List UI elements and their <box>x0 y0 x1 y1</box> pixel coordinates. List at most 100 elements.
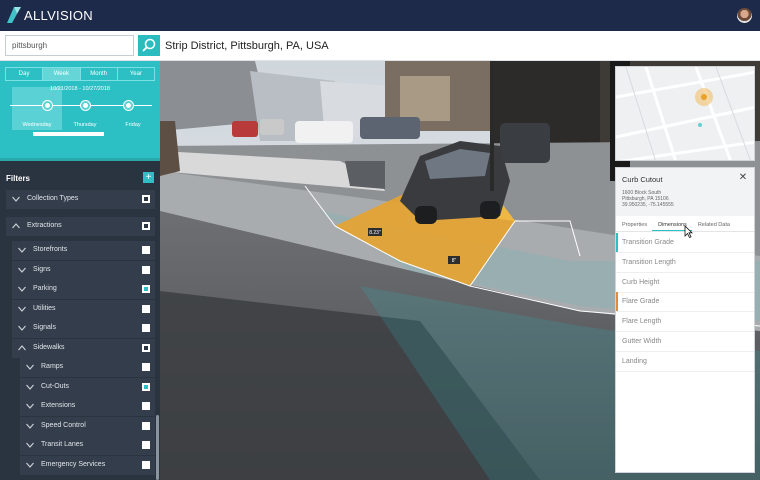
coordinates: 39.950235, -75.145555 <box>622 202 674 208</box>
chevron-up-icon[interactable] <box>18 344 26 351</box>
filter-row[interactable]: Signals <box>12 319 155 338</box>
dimension-row[interactable]: Gutter Width <box>616 332 754 352</box>
filter-checkbox[interactable] <box>142 222 150 230</box>
filter-label: Collection Types <box>27 195 79 202</box>
filter-label: Extensions <box>41 402 76 409</box>
filters-header: Filters <box>6 174 31 183</box>
filter-label: Parking <box>33 285 57 292</box>
chevron-down-icon[interactable] <box>12 196 20 202</box>
search-icon <box>142 38 156 52</box>
search-button[interactable] <box>138 35 160 56</box>
chevron-down-icon[interactable] <box>18 247 26 253</box>
filter-row[interactable]: Extensions <box>20 397 155 416</box>
day-marker-thursday[interactable] <box>81 101 90 110</box>
filter-checkbox[interactable] <box>142 195 150 203</box>
chevron-down-icon[interactable] <box>18 267 26 273</box>
filter-row[interactable]: Signs <box>12 260 155 280</box>
filter-checkbox[interactable] <box>142 402 150 410</box>
filter-label: Signs <box>33 265 51 273</box>
dimension-row[interactable]: Transition Length <box>616 253 754 273</box>
date-range: 10/21/2018 - 10/27/2018 <box>50 86 110 92</box>
close-icon[interactable]: ✕ <box>738 173 748 183</box>
tab-day[interactable]: Day <box>6 68 44 80</box>
filter-checkbox[interactable] <box>142 285 150 293</box>
dimension-label: Flare Length <box>622 318 662 326</box>
detail-title: Curb Cutout <box>622 175 663 184</box>
top-bar: ALLVISION <box>0 0 760 31</box>
dimension-label: Landing <box>622 357 647 365</box>
filter-row[interactable]: Cut-Outs <box>20 377 155 397</box>
filter-label: Signals <box>33 324 56 331</box>
filter-checkbox[interactable] <box>142 304 150 313</box>
time-panel: Day Week Month Year 10/21/2018 - 10/27/2… <box>0 61 160 158</box>
measure-label-2: 8" <box>452 258 457 264</box>
filter-checkbox[interactable] <box>142 246 150 254</box>
chevron-down-icon[interactable] <box>26 442 34 448</box>
search-bar: Strip District, Pittsburgh, PA, USA <box>0 31 760 61</box>
chevron-down-icon[interactable] <box>26 403 34 409</box>
filter-row[interactable]: Storefronts <box>12 241 155 260</box>
day-marker-friday[interactable] <box>124 101 133 110</box>
measure-label-1: 8.23" <box>369 230 381 236</box>
filter-row[interactable]: Speed Control <box>20 416 155 436</box>
day-label-wednesday: Wednesday <box>22 122 52 128</box>
dimension-row[interactable]: Curb Height <box>616 273 754 293</box>
filter-label: Emergency Services <box>41 460 106 468</box>
day-label-friday: Friday <box>125 122 141 128</box>
tab-week[interactable]: Week <box>43 68 81 80</box>
filter-label: Sidewalks <box>33 343 65 351</box>
chevron-down-icon[interactable] <box>18 306 26 312</box>
filter-checkbox[interactable] <box>142 460 150 469</box>
chevron-down-icon[interactable] <box>26 423 34 429</box>
dimension-row[interactable]: Flare Length <box>616 312 754 333</box>
filter-row[interactable]: Collection Types <box>6 190 155 209</box>
chevron-down-icon[interactable] <box>26 462 34 468</box>
timeline-scrubber[interactable] <box>33 132 104 136</box>
chevron-down-icon[interactable] <box>18 286 26 292</box>
tab-year[interactable]: Year <box>118 68 154 80</box>
filter-checkbox[interactable] <box>142 382 150 391</box>
filter-row[interactable]: Parking <box>12 280 155 299</box>
chevron-down-icon[interactable] <box>26 364 34 370</box>
tab-related-data[interactable]: Related Data <box>692 218 735 231</box>
row-marker <box>616 233 618 252</box>
filter-label: Extractions <box>27 222 62 229</box>
filter-checkbox[interactable] <box>142 343 150 352</box>
chevron-up-icon[interactable] <box>12 223 20 229</box>
day-marker-wednesday[interactable] <box>43 101 52 110</box>
day-label-thursday: Thursday <box>73 122 97 128</box>
filter-checkbox[interactable] <box>142 265 150 274</box>
brand-name: ALLVISION <box>24 8 93 23</box>
dimension-label: Flare Grade <box>622 298 660 306</box>
chevron-down-icon[interactable] <box>26 384 34 390</box>
chevron-down-icon[interactable] <box>18 325 26 331</box>
add-filter-button[interactable]: + <box>143 172 154 183</box>
filter-row[interactable]: Ramps <box>20 358 155 377</box>
filter-row[interactable]: Extractions <box>6 217 155 236</box>
dimension-label: Curb Height <box>622 278 660 286</box>
filter-checkbox[interactable] <box>142 421 150 430</box>
allvision-logo-icon <box>7 7 21 23</box>
filter-checkbox[interactable] <box>142 363 150 371</box>
dimension-row[interactable]: Landing <box>616 352 754 372</box>
tab-properties[interactable]: Properties <box>616 218 652 231</box>
period-tabs: Day Week Month Year <box>5 67 155 81</box>
search-input[interactable] <box>5 35 134 56</box>
filter-label: Utilities <box>33 304 56 312</box>
minimap-graphic <box>616 67 754 160</box>
filter-row[interactable]: Utilities <box>12 299 155 319</box>
filter-row[interactable]: Transit Lanes <box>20 436 155 455</box>
dimension-label: Gutter Width <box>622 338 662 345</box>
filter-checkbox[interactable] <box>142 441 150 449</box>
mouse-cursor-icon <box>684 225 693 238</box>
left-panel: Day Week Month Year 10/21/2018 - 10/27/2… <box>0 61 160 480</box>
dimension-row[interactable]: Flare Grade <box>616 292 754 313</box>
filter-checkbox[interactable] <box>142 324 150 332</box>
user-avatar[interactable] <box>737 8 752 23</box>
filter-row[interactable]: Emergency Services <box>20 455 155 475</box>
minimap[interactable] <box>615 66 755 161</box>
tab-month[interactable]: Month <box>81 68 118 80</box>
filter-row[interactable]: Sidewalks <box>12 338 155 358</box>
filter-scrollbar[interactable] <box>156 415 159 480</box>
dimension-label: Transition Length <box>622 258 676 266</box>
